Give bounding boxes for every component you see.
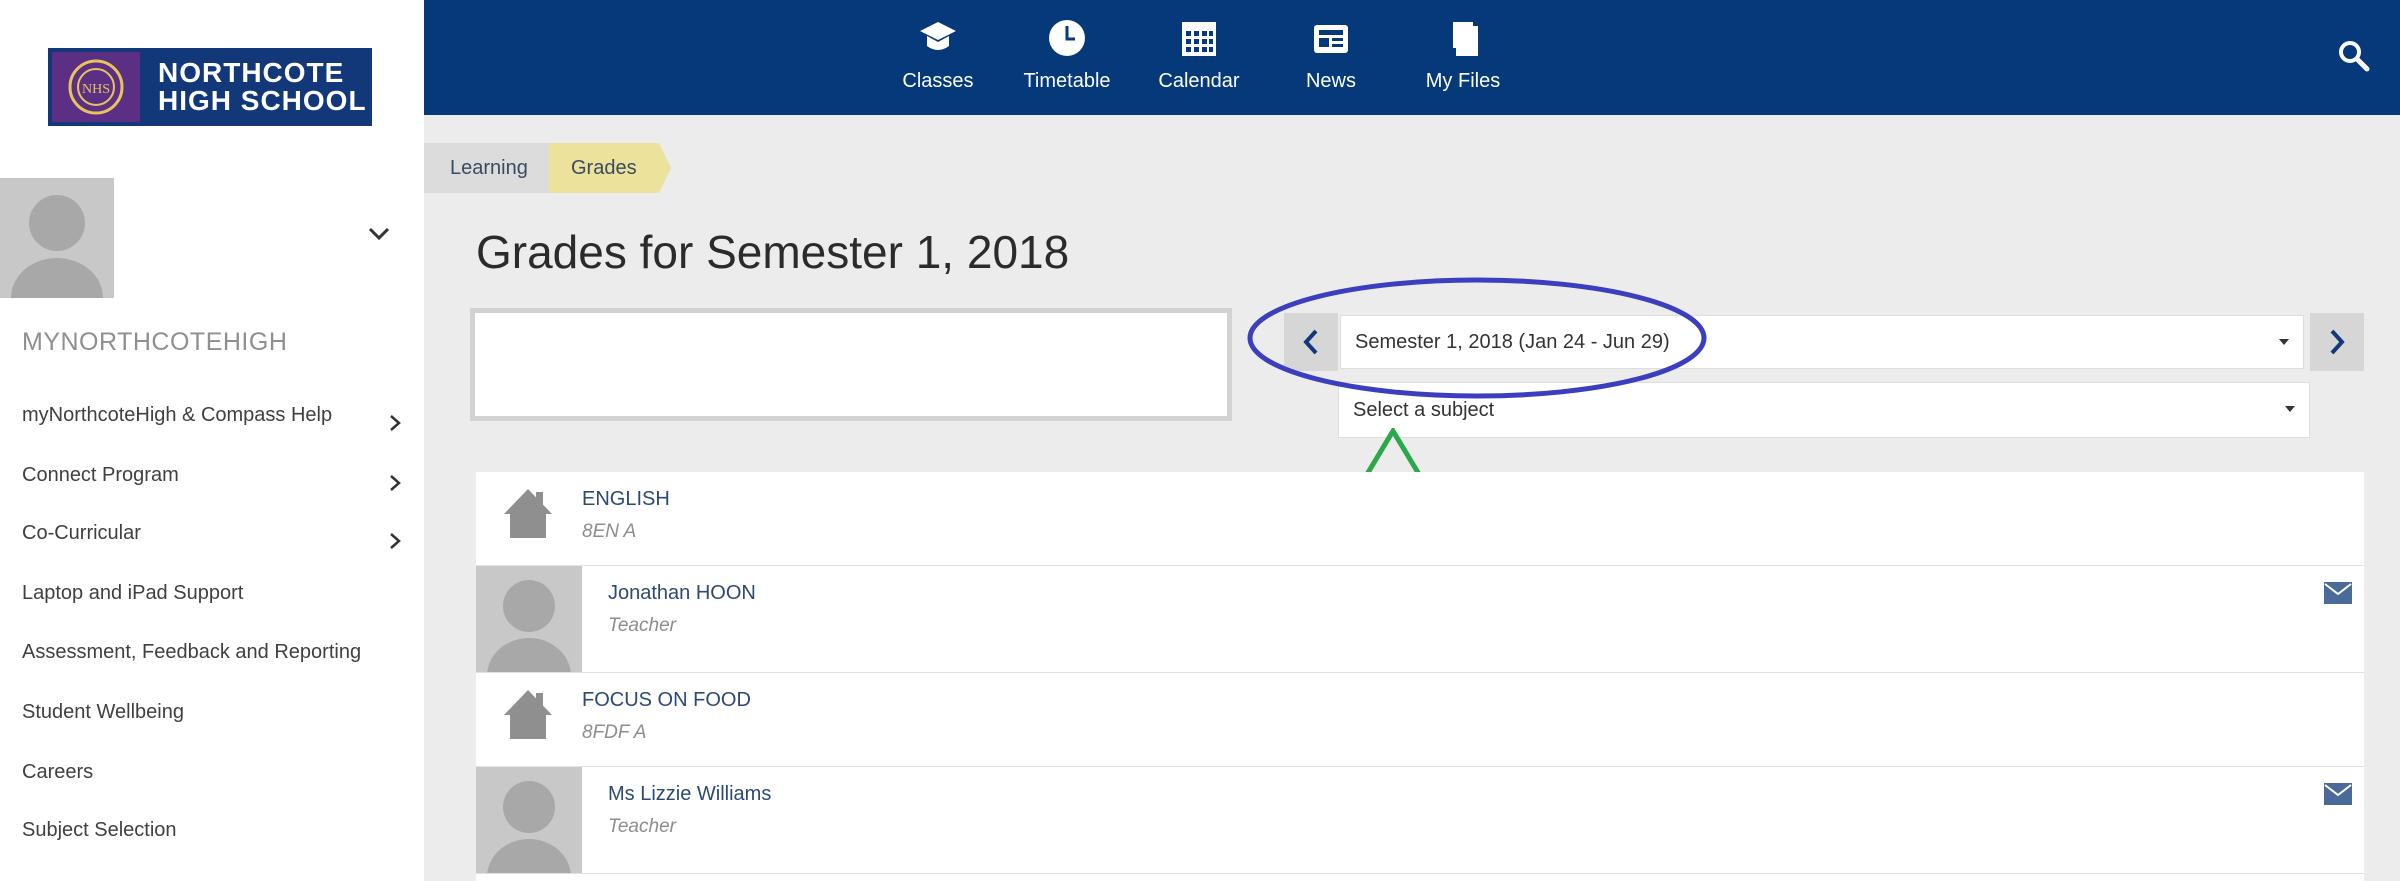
school-name-line1: NORTHCOTE bbox=[158, 57, 345, 88]
nav-label: Classes bbox=[902, 70, 974, 92]
sidebar: NHS NORTHCOTE HIGH SCHOOL MYNORTHCOTEHIG… bbox=[0, 0, 424, 881]
teacher-role: Teacher bbox=[608, 816, 676, 837]
class-subject[interactable]: ENGLISH bbox=[582, 488, 670, 511]
calendar-icon bbox=[1179, 18, 1219, 58]
nav-timetable[interactable]: Timetable bbox=[1012, 0, 1122, 115]
top-nav-bar: Classes Timetable Calendar News My Files bbox=[424, 0, 2400, 115]
chevron-right-icon bbox=[2330, 329, 2345, 355]
sidebar-item-label: Assessment, Feedback and Reporting bbox=[22, 641, 362, 663]
teacher-name[interactable]: Jonathan HOON bbox=[608, 582, 756, 605]
class-list: ENGLISH 8EN A Jonathan HOON Teacher FOCU… bbox=[476, 472, 2364, 881]
nav-label: My Files bbox=[1425, 70, 1501, 92]
sidebar-item-careers[interactable]: Careers bbox=[22, 752, 402, 792]
nav-label: Calendar bbox=[1158, 70, 1240, 92]
mail-icon[interactable] bbox=[2324, 582, 2352, 604]
breadcrumb-grades[interactable]: Grades bbox=[549, 143, 659, 193]
files-icon bbox=[1443, 18, 1483, 58]
school-name-line2: HIGH SCHOOL bbox=[158, 85, 367, 116]
sidebar-item-label: Subject Selection bbox=[22, 819, 177, 841]
news-icon bbox=[1311, 18, 1351, 58]
teacher-role: Teacher bbox=[608, 615, 676, 636]
user-avatar[interactable] bbox=[0, 178, 114, 298]
chevron-right-icon bbox=[388, 466, 402, 491]
teacher-row: Ms Lizzie Williams Teacher bbox=[476, 767, 2364, 874]
class-row-english[interactable]: ENGLISH 8EN A bbox=[476, 472, 2364, 566]
chevron-right-icon bbox=[388, 406, 402, 431]
nav-news[interactable]: News bbox=[1276, 0, 1386, 115]
class-subject[interactable]: FOCUS ON FOOD bbox=[582, 689, 751, 712]
sidebar-item-laptop-support[interactable]: Laptop and iPad Support bbox=[22, 573, 402, 613]
nav-classes[interactable]: Classes bbox=[883, 0, 993, 115]
sidebar-item-co-curricular[interactable]: Co-Curricular bbox=[22, 513, 402, 553]
caret-down-icon bbox=[2279, 339, 2289, 345]
sidebar-item-label: Connect Program bbox=[22, 464, 179, 486]
sidebar-heading: MYNORTHCOTEHIGH bbox=[22, 328, 288, 356]
sidebar-item-label: myNorthcoteHigh & Compass Help bbox=[22, 404, 333, 426]
teacher-avatar bbox=[476, 566, 582, 672]
sidebar-item-assessment[interactable]: Assessment, Feedback and Reporting bbox=[22, 632, 402, 672]
empty-panel bbox=[470, 308, 1232, 421]
annotation-ellipse bbox=[1247, 277, 1707, 399]
class-code: 8EN A bbox=[582, 521, 637, 542]
clock-icon bbox=[1047, 18, 1087, 58]
nav-label: Timetable bbox=[1023, 70, 1111, 92]
class-row-focus-on-food[interactable]: FOCUS ON FOOD 8FDF A bbox=[476, 673, 2364, 767]
teacher-name[interactable]: Ms Lizzie Williams bbox=[608, 783, 771, 806]
sidebar-item-wellbeing[interactable]: Student Wellbeing bbox=[22, 692, 402, 732]
breadcrumb-arrow bbox=[659, 143, 671, 193]
home-icon bbox=[502, 687, 554, 743]
graduation-cap-icon bbox=[918, 18, 958, 58]
teacher-avatar bbox=[476, 767, 582, 873]
next-period-button[interactable] bbox=[2310, 313, 2364, 371]
school-crest-icon: NHS bbox=[52, 52, 140, 122]
breadcrumb-learning[interactable]: Learning bbox=[424, 143, 549, 193]
sidebar-item-connect-program[interactable]: Connect Program bbox=[22, 455, 402, 495]
sidebar-item-label: Laptop and iPad Support bbox=[22, 582, 244, 604]
school-name: NORTHCOTE HIGH SCHOOL bbox=[158, 59, 367, 115]
home-icon bbox=[502, 486, 554, 542]
sidebar-item-label: Careers bbox=[22, 761, 94, 783]
page-title: Grades for Semester 1, 2018 bbox=[476, 226, 1070, 278]
nav-calendar[interactable]: Calendar bbox=[1144, 0, 1254, 115]
caret-down-icon bbox=[2285, 406, 2295, 412]
class-code: 8FDF A bbox=[582, 722, 647, 743]
teacher-row: Jonathan HOON Teacher bbox=[476, 566, 2364, 673]
nav-label: News bbox=[1305, 70, 1356, 92]
sidebar-item-label: Co-Curricular bbox=[22, 522, 141, 544]
chevron-down-icon[interactable] bbox=[366, 224, 392, 244]
subject-select-placeholder: Select a subject bbox=[1353, 399, 1495, 421]
search-icon[interactable] bbox=[2336, 38, 2372, 74]
svg-text:NHS: NHS bbox=[82, 82, 110, 97]
sidebar-item-compass-help[interactable]: myNorthcoteHigh & Compass Help bbox=[22, 395, 402, 435]
sidebar-item-subject-selection[interactable]: Subject Selection bbox=[22, 810, 402, 850]
chevron-right-icon bbox=[388, 524, 402, 549]
school-logo[interactable]: NHS NORTHCOTE HIGH SCHOOL bbox=[48, 48, 372, 126]
mail-icon[interactable] bbox=[2324, 783, 2352, 805]
nav-my-files[interactable]: My Files bbox=[1408, 0, 1518, 115]
sidebar-item-label: Student Wellbeing bbox=[22, 701, 184, 723]
